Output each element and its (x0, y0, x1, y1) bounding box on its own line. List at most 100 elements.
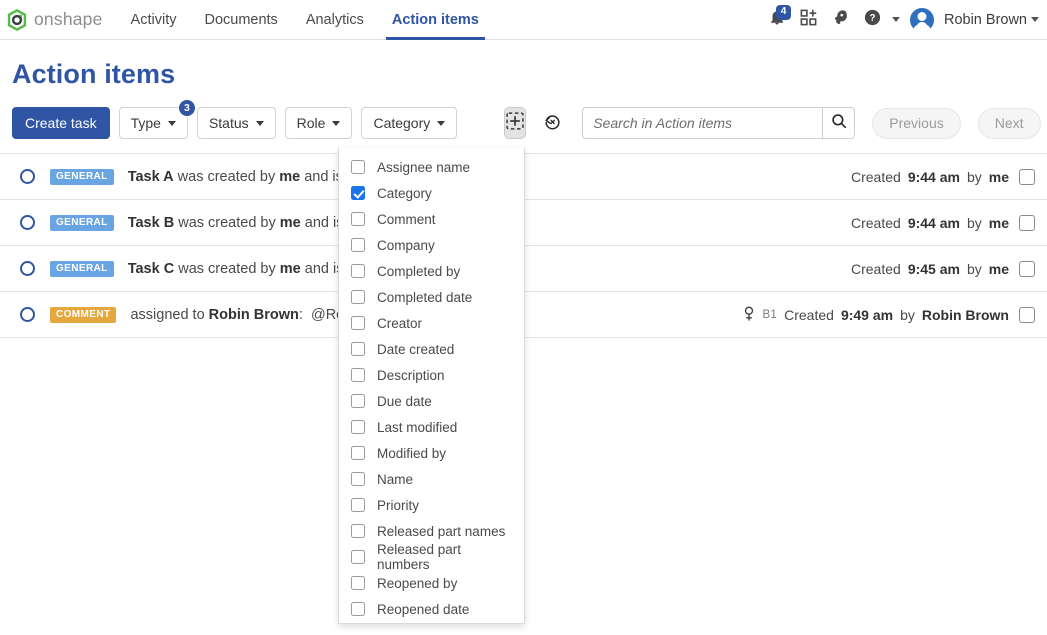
row-created-time: 9:44 am (907, 168, 960, 185)
column-option-comment[interactable]: Comment (339, 206, 524, 232)
notifications-button[interactable]: 4 (762, 4, 792, 35)
column-option-released-part-names[interactable]: Released part names (339, 518, 524, 544)
app-grid-add-button[interactable] (794, 5, 824, 35)
checkbox-icon[interactable] (351, 342, 365, 356)
column-option-creator[interactable]: Creator (339, 310, 524, 336)
row-created-label: Created (851, 214, 901, 231)
row-created-label: Created (784, 306, 834, 323)
column-option-completed-by[interactable]: Completed by (339, 258, 524, 284)
status-badge: COMMENT (50, 306, 117, 323)
column-option-label: Assignee name (377, 159, 471, 175)
status-badge: GENERAL (50, 168, 114, 185)
page-title: Action items (12, 59, 176, 89)
column-option-label: Priority (377, 497, 420, 513)
column-option-released-part-numbers[interactable]: Released part numbers (339, 542, 524, 572)
column-option-reopened-by[interactable]: Reopened by (339, 570, 524, 596)
add-column-icon (505, 111, 525, 136)
column-option-category[interactable]: Category (339, 180, 524, 206)
filter-type-button[interactable]: Type 3 (118, 99, 196, 139)
brand-logo[interactable]: onshape (6, 0, 103, 40)
column-option-completed-date[interactable]: Completed date (339, 284, 524, 310)
filter-role-label: Role (296, 115, 326, 131)
checkbox-icon[interactable] (351, 446, 365, 460)
checkbox-icon[interactable] (351, 160, 365, 174)
nav-tab-analytics[interactable]: Analytics (292, 0, 378, 40)
checkbox-icon[interactable] (351, 602, 365, 616)
search-input[interactable] (582, 107, 823, 139)
column-option-reopened-date[interactable]: Reopened date (339, 596, 524, 622)
create-task-button[interactable]: Create task (12, 107, 110, 139)
column-option-modified-by[interactable]: Modified by (339, 440, 524, 466)
app-grid-add-icon (799, 8, 818, 32)
previous-page-button[interactable]: Previous (872, 107, 961, 139)
checkbox-icon[interactable] (351, 472, 365, 486)
row-author: me (988, 260, 1009, 277)
user-avatar[interactable] (909, 7, 934, 32)
chevron-down-icon (167, 120, 176, 126)
checkbox-icon[interactable] (351, 238, 365, 252)
nav-tab-activity[interactable]: Activity (117, 0, 191, 40)
user-name-label[interactable]: Robin Brown (944, 12, 1027, 28)
checkbox-icon[interactable] (351, 394, 365, 408)
open-circle-icon[interactable] (20, 261, 35, 276)
row-checkbox[interactable] (1019, 260, 1035, 277)
help-button[interactable]: ? (858, 5, 888, 35)
checkbox-checked-icon[interactable] (351, 186, 365, 200)
checkbox-icon[interactable] (351, 368, 365, 382)
checkbox-icon[interactable] (351, 290, 365, 304)
column-option-last-modified[interactable]: Last modified (339, 414, 524, 440)
column-option-label: Reopened by (377, 575, 458, 591)
column-option-label: Released part names (377, 523, 506, 539)
row-by-label: by (900, 306, 915, 323)
row-meta: Created 9:45 am by me (841, 260, 1035, 277)
open-circle-icon[interactable] (20, 169, 35, 184)
row-checkbox[interactable] (1019, 214, 1035, 231)
checkbox-icon[interactable] (351, 550, 365, 564)
filter-status-label: Status (208, 115, 249, 131)
status-badge: GENERAL (50, 260, 114, 277)
row-meta: Created 9:44 am by me (841, 168, 1035, 185)
nav-tab-documents[interactable]: Documents (190, 0, 291, 40)
row-author: Robin Brown (921, 306, 1009, 323)
next-page-button[interactable]: Next (977, 107, 1041, 139)
column-option-label: Completed by (377, 263, 461, 279)
column-option-assignee-name[interactable]: Assignee name (339, 154, 524, 180)
add-column-button[interactable] (504, 107, 527, 139)
filter-role-button[interactable]: Role (284, 107, 353, 139)
checkbox-icon[interactable] (351, 212, 365, 226)
row-by-label: by (966, 214, 982, 231)
row-checkbox[interactable] (1019, 168, 1035, 185)
column-option-label: Creator (377, 315, 423, 331)
column-option-date-created[interactable]: Date created (339, 336, 524, 362)
search-submit-button[interactable] (822, 107, 856, 139)
checkbox-icon[interactable] (351, 264, 365, 278)
reset-columns-button[interactable] (539, 110, 565, 136)
checkbox-icon[interactable] (351, 498, 365, 512)
help-chevron-down-icon[interactable] (891, 17, 900, 22)
column-option-name[interactable]: Name (339, 466, 524, 492)
checkbox-icon[interactable] (351, 316, 365, 330)
column-option-company[interactable]: Company (339, 232, 524, 258)
nav-tab-action-items[interactable]: Action items (378, 0, 493, 40)
column-option-priority[interactable]: Priority (339, 492, 524, 518)
column-option-description[interactable]: Description (339, 362, 524, 388)
checkbox-icon[interactable] (351, 576, 365, 590)
primary-nav-tabs: Activity Documents Analytics Action item… (117, 0, 493, 40)
filter-category-button[interactable]: Category (361, 107, 458, 139)
column-option-label: Name (377, 471, 414, 487)
open-circle-icon[interactable] (20, 307, 35, 322)
learning-center-button[interactable] (826, 5, 856, 35)
column-option-due-date[interactable]: Due date (339, 388, 524, 414)
filter-status-button[interactable]: Status (196, 107, 276, 139)
open-circle-icon[interactable] (20, 215, 35, 230)
column-option-label: Date created (377, 341, 455, 357)
row-checkbox[interactable] (1019, 306, 1035, 323)
checkbox-icon[interactable] (351, 420, 365, 434)
user-menu-chevron-down-icon[interactable] (1031, 17, 1039, 22)
checkbox-icon[interactable] (351, 524, 365, 538)
column-picker-dropdown: Assignee name Category Comment Company C… (338, 148, 525, 624)
brand-wordmark: onshape (34, 9, 103, 29)
top-navigation-bar: onshape Activity Documents Analytics Act… (0, 0, 1047, 40)
action-items-toolbar: Create task Type 3 Status Role Category (12, 99, 1047, 139)
row-by-label: by (966, 168, 982, 185)
